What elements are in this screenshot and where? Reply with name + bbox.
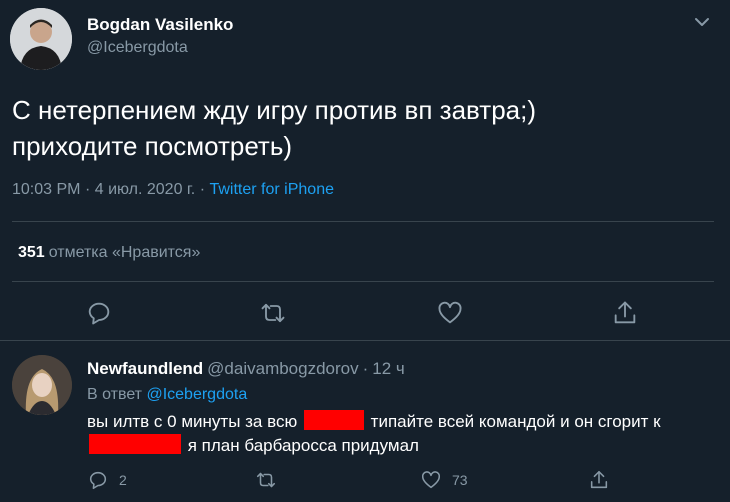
reply-like-button[interactable]: 73 <box>420 469 468 491</box>
main-tweet: Bogdan Vasilenko @Icebergdota С нетерпен… <box>0 0 730 341</box>
meta-separator: · <box>84 181 95 198</box>
reply-share-button[interactable] <box>588 469 610 491</box>
tweet-date[interactable]: 4 июл. 2020 г. <box>95 181 196 198</box>
reply-reply-button[interactable]: 2 <box>87 469 127 491</box>
more-options-chevron-icon[interactable] <box>690 10 714 34</box>
like-icon[interactable] <box>436 299 464 327</box>
reply-like-count: 73 <box>452 472 468 488</box>
tweet-source-link[interactable]: Twitter for iPhone <box>209 181 334 198</box>
share-icon <box>590 470 608 489</box>
divider <box>12 281 714 282</box>
like-icon <box>421 471 441 489</box>
replying-to: В ответ @Icebergdota <box>87 386 247 404</box>
tweet-text: С нетерпением жду игру против вп завтра;… <box>12 92 712 164</box>
likes-count: 351 <box>18 244 45 261</box>
reply-text: вы илтв с 0 минуты за всю типайте всей к… <box>87 410 717 458</box>
reply-prefix: В ответ <box>87 386 143 403</box>
person-photo-icon <box>12 355 72 415</box>
reply-mention-link[interactable]: @Icebergdota <box>146 386 247 403</box>
reply-text-part: типайте всей командой и он сгорит к <box>370 412 661 431</box>
retweet-icon[interactable] <box>259 299 287 327</box>
tweet-text-line: приходите посмотреть) <box>12 131 293 161</box>
meta-separator: · <box>362 359 369 378</box>
reply-retweet-button[interactable] <box>255 469 277 491</box>
reply-text-part: я план барбаросса придумал <box>187 436 419 455</box>
retweet-icon <box>256 472 276 488</box>
author-handle[interactable]: @Icebergdota <box>87 39 188 57</box>
reply-icon[interactable] <box>85 299 113 327</box>
reply-author-name[interactable]: Newfaundlend <box>87 359 203 378</box>
reply-count: 2 <box>119 472 127 488</box>
reply-author-handle[interactable]: @daivambogzdorov <box>207 359 358 378</box>
tweet-time[interactable]: 10:03 PM <box>12 181 80 198</box>
author-avatar[interactable] <box>10 8 72 70</box>
tweet-metadata: 10:03 PM · 4 июл. 2020 г. · Twitter for … <box>12 181 334 199</box>
reply-icon <box>89 471 107 490</box>
share-icon[interactable] <box>611 299 639 327</box>
reply-tweet[interactable]: Newfaundlend @daivambogzdorov · 12 ч В отве… <box>0 341 730 502</box>
redaction-box <box>303 410 364 430</box>
tweet-text-line: С нетерпением жду игру против вп завтра;… <box>12 95 536 125</box>
reply-age[interactable]: 12 ч <box>372 359 405 378</box>
author-name[interactable]: Bogdan Vasilenko <box>87 15 233 35</box>
reply-author-avatar[interactable] <box>12 355 72 415</box>
likes-summary[interactable]: 351 отметка «Нравится» <box>18 244 200 262</box>
divider <box>12 221 714 222</box>
redaction-box <box>89 434 181 454</box>
reply-header: Newfaundlend @daivambogzdorov · 12 ч <box>87 359 405 379</box>
person-photo-icon <box>10 8 72 70</box>
likes-label: отметка «Нравится» <box>48 244 201 261</box>
reply-text-part: вы илтв с 0 минуты за всю <box>87 412 298 431</box>
